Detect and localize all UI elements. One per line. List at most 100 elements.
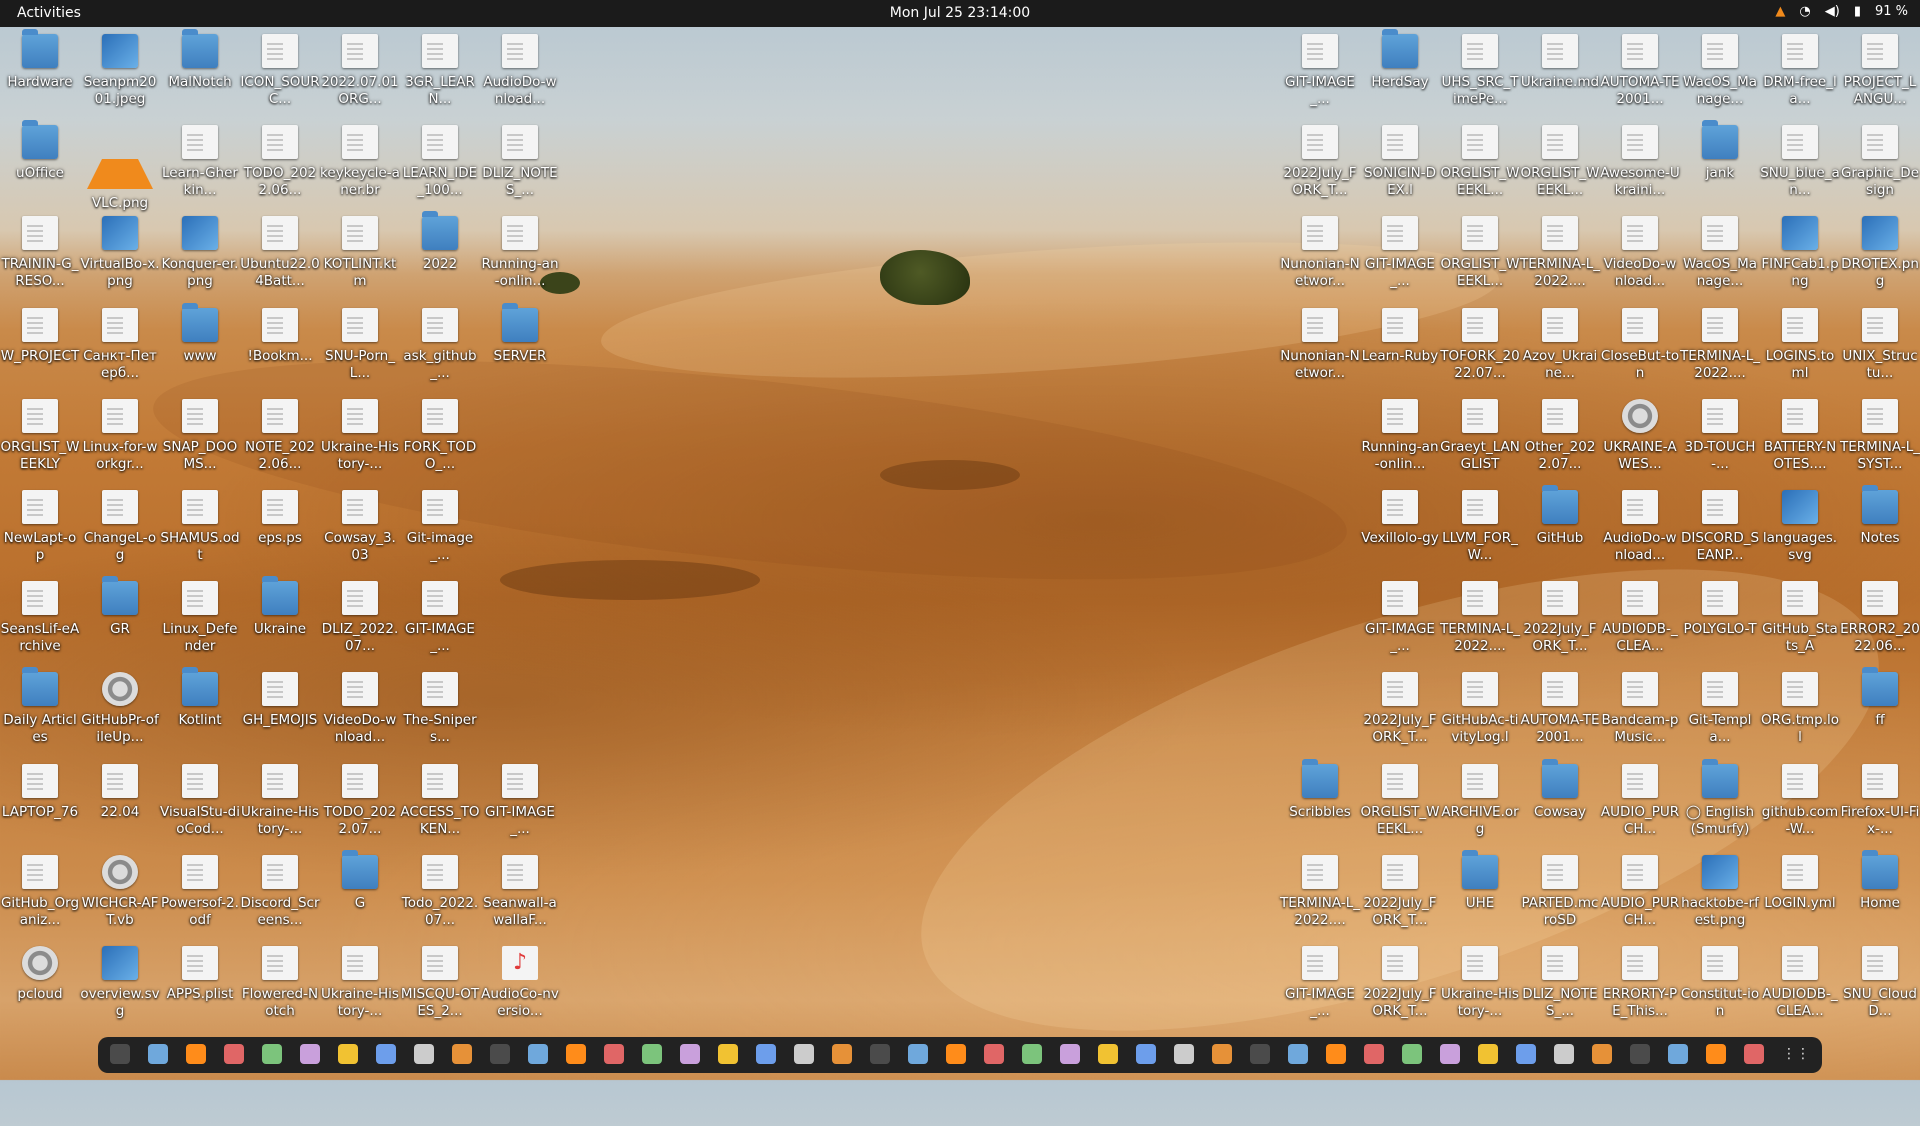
desktop-icon[interactable]: 2022July_FORK_T... <box>1360 668 1440 756</box>
desktop-icon[interactable]: DISCORD_SEANP... <box>1680 486 1760 574</box>
desktop-icon[interactable]: Seanwall-awallaF... <box>480 851 560 939</box>
desktop-icon[interactable]: DLIZ_NOTES_... <box>480 121 560 209</box>
desktop-icon[interactable]: !Bookm... <box>240 304 320 392</box>
desktop-icon[interactable]: Bandcam-pMusic... <box>1600 668 1680 756</box>
desktop-icon[interactable]: Daily Articles <box>0 667 80 756</box>
desktop-icon[interactable]: TRAININ-G_RESO... <box>0 212 80 300</box>
desktop-icon[interactable]: GitHubPr-ofileUp... <box>80 668 160 756</box>
help-icon[interactable] <box>528 1044 548 1064</box>
desktop-icon[interactable]: TERMINA-L_2022.... <box>1440 577 1520 665</box>
slides-icon[interactable] <box>1440 1044 1460 1064</box>
monitor-icon[interactable] <box>566 1044 586 1064</box>
desktop-icon[interactable]: GIT-IMAGE_... <box>1280 30 1360 118</box>
tool-icon[interactable] <box>1706 1044 1726 1064</box>
files-icon[interactable] <box>148 1044 168 1064</box>
dictionary-icon[interactable] <box>1516 1044 1536 1064</box>
desktop-icon[interactable]: hacktobe-rfest.png <box>1680 851 1760 939</box>
desktop-icon[interactable]: G <box>320 849 400 939</box>
desktop-icon[interactable]: SNAP_DOOMS... <box>160 395 240 483</box>
writer-icon[interactable] <box>490 1044 510 1064</box>
editor-2-icon[interactable] <box>1668 1044 1688 1064</box>
battery-icon[interactable]: ▮ <box>1854 4 1861 19</box>
desktop-icon[interactable]: Other_2022.07... <box>1520 395 1600 483</box>
desktop-icon[interactable]: NOTE_2022.06... <box>240 395 320 483</box>
desktop-icon[interactable]: TODO_2022.06... <box>240 121 320 209</box>
desktop-icon[interactable]: Nunonian-Networ... <box>1280 212 1360 300</box>
desktop-icon[interactable]: ORG.tmp.lol <box>1760 668 1840 756</box>
desktop-icon[interactable]: UKRAINE-AWES... <box>1600 395 1680 483</box>
vlc-cone-icon[interactable]: ▲ <box>1775 4 1785 19</box>
terminal-2-icon[interactable] <box>262 1044 282 1064</box>
desktop-icon[interactable]: Vexillolo-gy <box>1360 486 1440 574</box>
desktop-icon[interactable]: Firefox-UI-Fix-... <box>1840 760 1920 848</box>
document-icon[interactable] <box>604 1044 624 1064</box>
desktop-icon[interactable]: SONICIN-DEX.l <box>1360 121 1440 209</box>
desktop-icon[interactable]: ORGLIST_WEEKL... <box>1440 212 1520 300</box>
desktop-icon[interactable]: Ukraine <box>240 576 320 665</box>
desktop-icon[interactable]: APPS.plist <box>160 942 240 1030</box>
desktop-icon[interactable]: Azov_Ukraine... <box>1520 304 1600 392</box>
desktop-icon[interactable]: Powersof-2.odf <box>160 851 240 939</box>
desktop-icon[interactable]: Graeyt_LANGLIST <box>1440 395 1520 483</box>
desktop-icon[interactable]: The-Snipers... <box>400 668 480 756</box>
desktop-icon[interactable]: Scribbles <box>1280 758 1360 848</box>
desktop-icon[interactable]: ORGLIST_WEEKLY <box>0 395 80 483</box>
desktop-icon[interactable]: ask_github_... <box>400 304 480 392</box>
desktop-icon[interactable]: CloseBut-ton <box>1600 304 1680 392</box>
desktop-icon[interactable]: Ukraine-History-... <box>240 760 320 848</box>
github-icon[interactable] <box>718 1044 738 1064</box>
desktop-icon[interactable]: GR <box>80 576 160 665</box>
desktop-icon[interactable]: AUDIO_PURCH... <box>1600 760 1680 848</box>
desktop-icon[interactable]: jank <box>1680 120 1760 209</box>
desktop-icon[interactable]: ORGLIST_WEEKL... <box>1440 121 1520 209</box>
software-icon[interactable] <box>414 1044 434 1064</box>
desktop-icon[interactable]: TERMINA-L_2022.... <box>1280 851 1360 939</box>
screenshot-icon[interactable] <box>908 1044 928 1064</box>
desktop-icon[interactable]: VideoDo-wnload... <box>320 668 400 756</box>
desktop-icon[interactable]: Running-an-onlin... <box>1360 395 1440 483</box>
desktop-icon[interactable]: www <box>160 302 240 392</box>
desktop-icon[interactable]: Constitut-ion <box>1680 942 1760 1030</box>
calculator-icon[interactable] <box>224 1044 244 1064</box>
desktop-icon[interactable]: FINFCab1.png <box>1760 212 1840 300</box>
desktop-icon[interactable]: Ubuntu22.04Batt... <box>240 212 320 300</box>
game-icon[interactable] <box>794 1044 814 1064</box>
clock[interactable]: Mon Jul 25 23:14:00 <box>0 5 1920 21</box>
desktop-icon[interactable]: Ukraine-History-... <box>1440 942 1520 1030</box>
desktop-icon[interactable]: VisualStu-dioCod... <box>160 760 240 848</box>
desktop-icon[interactable]: Notes <box>1840 485 1920 574</box>
desktop-icon[interactable]: VLC.png <box>80 121 160 211</box>
firefox-icon[interactable] <box>300 1044 320 1064</box>
volume-icon[interactable]: ◀) <box>1825 4 1840 19</box>
desktop-icon[interactable]: 2022.07.01ORG... <box>320 30 400 118</box>
desktop-icon[interactable]: Git-image_... <box>400 486 480 574</box>
desktop-icon[interactable]: NewLapt-op <box>0 486 80 574</box>
vlc-icon[interactable] <box>338 1044 358 1064</box>
desktop-icon[interactable]: ♪ AudioCo-nversio... <box>480 942 560 1030</box>
desktop-icon[interactable]: UHS_SRC_TimePe... <box>1440 30 1520 118</box>
desktop-icon[interactable]: SNU_blue_an... <box>1760 121 1840 209</box>
desktop-icon[interactable]: WICHCR-AFT.vb <box>80 851 160 939</box>
desktop-icon[interactable]: GitHubAc-tivityLog.l <box>1440 668 1520 756</box>
desktop-icon[interactable]: GIT-IMAGE_... <box>1360 577 1440 665</box>
show-apps-icon[interactable]: ⋮⋮ <box>1782 1044 1810 1064</box>
desktop-icon[interactable]: 2022July_FORK_T... <box>1520 577 1600 665</box>
desktop-icon[interactable]: Discord_Screens... <box>240 851 320 939</box>
desktop-icon[interactable]: Ukraine-History-... <box>320 942 400 1030</box>
desktop-icon[interactable]: Awesome-Ukraini... <box>1600 121 1680 209</box>
desktop-icon[interactable]: ◯ English (Smurfy) <box>1680 758 1760 848</box>
desktop-icon[interactable]: Linux_Defender <box>160 577 240 665</box>
scanner-icon[interactable] <box>1402 1044 1422 1064</box>
desktop-icon[interactable]: TERMINA-L_2022.... <box>1520 212 1600 300</box>
desktop-icon[interactable]: ERROR2_2022.06... <box>1840 577 1920 665</box>
desktop-icon[interactable]: 3D-TOUCH-... <box>1680 395 1760 483</box>
desktop-icon[interactable]: SNU-Porn_L... <box>320 304 400 392</box>
desktop-icon[interactable]: Cowsay <box>1520 758 1600 848</box>
desktop-icon[interactable]: 2022July_FORK_T... <box>1360 851 1440 939</box>
desktop-icon[interactable]: HerdSay <box>1360 29 1440 118</box>
desktop-icon[interactable]: LEARN_IDE_100... <box>400 121 480 209</box>
desktop-icon[interactable]: Ukraine.md <box>1520 30 1600 118</box>
desktop-icon[interactable]: ACCESS_TOKEN... <box>400 760 480 848</box>
desktop-icon[interactable]: 22.04 <box>80 760 160 848</box>
desktop-icon[interactable]: DRM-free_la... <box>1760 30 1840 118</box>
